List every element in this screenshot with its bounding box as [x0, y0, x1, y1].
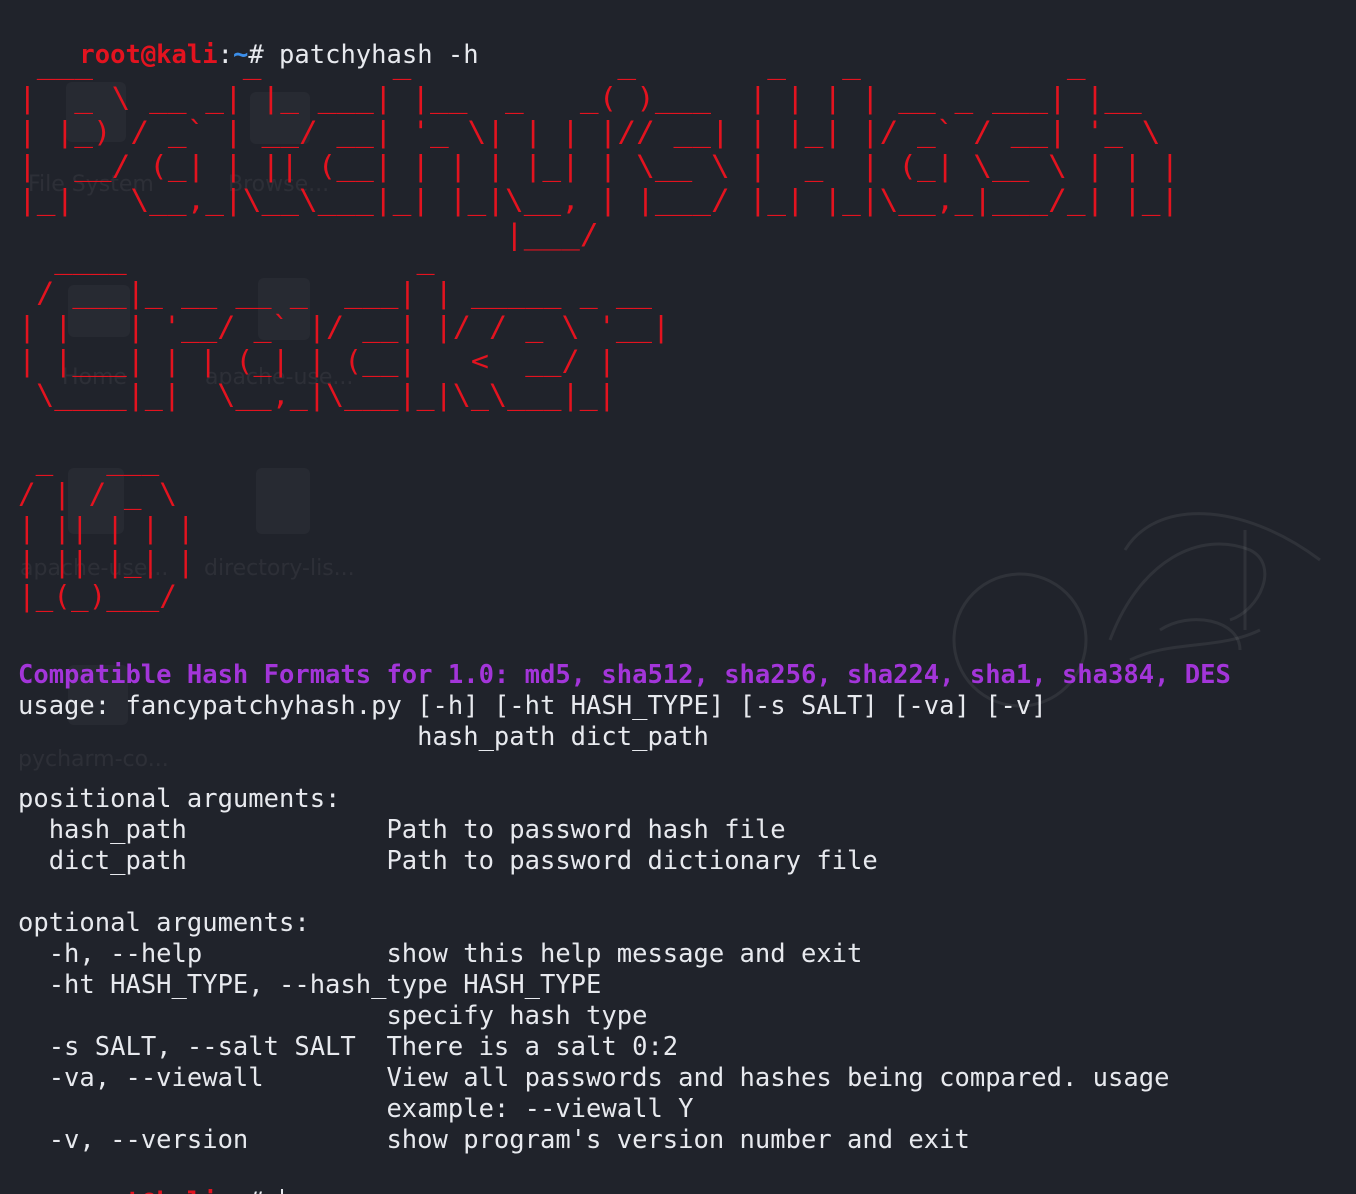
optional-argument-version: -v, --version show program's version num… [18, 1125, 970, 1155]
terminal-window[interactable]: File System Browse... Home apache-use...… [0, 0, 1356, 1194]
ascii-banner-version: _ ___ / | / _ \ | || | | | | || |_| | |_… [18, 444, 195, 614]
prompt-path: ~ [233, 1187, 248, 1194]
desktop-icon-label: directory-lis... [204, 556, 355, 581]
compatible-formats-line: Compatible Hash Formats for 1.0: md5, sh… [18, 660, 1231, 690]
ascii-banner-title: ___ _ _ _ _ _ _ | _ \ __ _| |_ ___| |__ … [18, 48, 1180, 252]
positional-arguments-header: positional arguments: [18, 784, 341, 814]
prompt-separator: : [218, 1187, 233, 1194]
usage-line-continued: hash_path dict_path [18, 722, 709, 752]
positional-argument-hash-path: hash_path Path to password hash file [18, 815, 786, 845]
optional-argument-viewall-example: example: --viewall Y [18, 1094, 694, 1124]
optional-argument-help: -h, --help show this help message and ex… [18, 939, 863, 969]
optional-argument-salt: -s SALT, --salt SALT There is a salt 0:2 [18, 1032, 679, 1062]
prompt-user: root@kali [79, 1187, 217, 1194]
text-cursor [281, 1189, 284, 1194]
optional-arguments-header: optional arguments: [18, 908, 310, 938]
optional-argument-hash-type-desc: specify hash type [18, 1001, 648, 1031]
prompt-symbol: # [248, 1187, 279, 1194]
current-prompt-line[interactable]: root@kali:~# [18, 1156, 284, 1194]
positional-argument-dict-path: dict_path Path to password dictionary fi… [18, 846, 878, 876]
optional-argument-viewall: -va, --viewall View all passwords and ha… [18, 1063, 1170, 1093]
document-icon [256, 468, 310, 534]
ascii-banner-subtitle: ____ _ / ___|_ __ __ _ ___| | _____ _ __… [18, 243, 671, 413]
usage-line: usage: fancypatchyhash.py [-h] [-ht HASH… [18, 691, 1047, 721]
optional-argument-hash-type: -ht HASH_TYPE, --hash_type HASH_TYPE [18, 970, 602, 1000]
command-line: root@kali:~# patchyhash -h [18, 9, 478, 70]
